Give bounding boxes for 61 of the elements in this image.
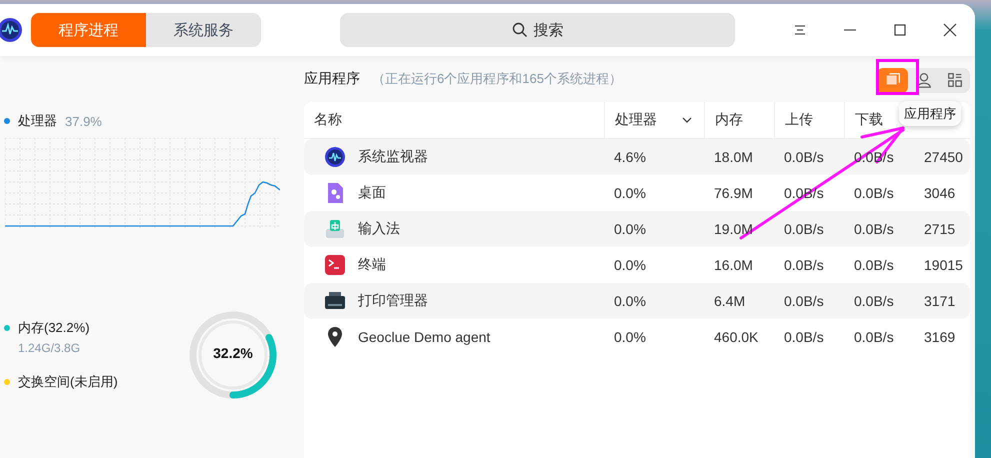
process-name: Geoclue Demo agent xyxy=(358,329,490,345)
legend-detail: 1.24G/3.8G xyxy=(18,341,82,355)
table-cell: 6.4M xyxy=(714,293,746,309)
apps-view-button[interactable] xyxy=(877,68,908,92)
table-cell: 3169 xyxy=(924,329,956,345)
memory-percent: 32.2% xyxy=(212,345,254,361)
table-cell: 18.0M xyxy=(714,149,753,165)
menu-icon xyxy=(793,23,807,37)
table-cell: 2715 xyxy=(924,221,956,237)
column-header[interactable]: 名称 xyxy=(304,102,604,138)
table-cell: 27450 xyxy=(924,149,963,165)
table-cell: 76.9M xyxy=(714,185,753,201)
table-cell: 460.0K xyxy=(714,329,758,345)
minimize-icon xyxy=(843,29,857,31)
column-header[interactable]: 上传 xyxy=(774,102,844,138)
legend-label: 处理器 xyxy=(18,112,57,130)
table-cell: 0.0B/s xyxy=(854,185,894,201)
table-cell: 0.0B/s xyxy=(784,329,824,345)
table-cell: 0.0% xyxy=(614,329,646,345)
table-cell: 0.0B/s xyxy=(854,257,894,273)
process-name: 桌面 xyxy=(358,184,386,202)
column-header[interactable]: 处理器 xyxy=(604,102,704,138)
table-cell: 0.0% xyxy=(614,293,646,309)
table-cell: 3171 xyxy=(924,293,956,309)
legend-label: 内存(32.2%) xyxy=(18,319,90,337)
process-name: 终端 xyxy=(358,256,386,274)
table-cell: 19.0M xyxy=(714,221,753,237)
legend-value: 37.9% xyxy=(65,114,102,128)
table-cell: 3046 xyxy=(924,185,956,201)
section-title: 应用程序 xyxy=(304,70,360,88)
terminal-icon xyxy=(324,254,346,276)
table-cell: 19015 xyxy=(924,257,963,273)
legend-label: 交换空间(未启用) xyxy=(18,373,118,391)
close-icon xyxy=(943,23,957,37)
table-cell: 4.6% xyxy=(614,149,646,165)
table-cell: 0.0B/s xyxy=(784,293,824,309)
process-name: 系统监视器 xyxy=(358,148,428,166)
table-cell: 0.0B/s xyxy=(784,257,824,273)
table-cell: 0.0B/s xyxy=(784,221,824,237)
process-name: 输入法 xyxy=(358,220,400,238)
maximize-icon xyxy=(893,23,907,37)
monitor-app-icon xyxy=(324,146,346,168)
printer-icon xyxy=(324,290,346,312)
table-cell: 0.0% xyxy=(614,185,646,201)
keyboard-app-icon xyxy=(324,218,346,240)
table-cell: 0.0B/s xyxy=(854,293,894,309)
table-cell: 0.0B/s xyxy=(784,149,824,165)
column-header[interactable]: 内存 xyxy=(704,102,774,138)
table-cell: 0.0B/s xyxy=(854,329,894,345)
table-cell: 0.0% xyxy=(614,221,646,237)
search-icon xyxy=(512,22,528,38)
app-logo-icon xyxy=(0,17,23,43)
highlight-frame xyxy=(876,59,919,95)
tooltip: 应用程序 xyxy=(899,101,961,126)
table-cell: 16.0M xyxy=(714,257,753,273)
process-name: 打印管理器 xyxy=(358,292,428,310)
process-summary: （正在运行6个应用程序和165个系统进程） xyxy=(372,70,622,88)
search-field[interactable]: 搜索 xyxy=(340,13,735,47)
table-cell: 0.0% xyxy=(614,257,646,273)
grid-icon xyxy=(946,71,964,89)
table-cell: 0.0B/s xyxy=(854,221,894,237)
